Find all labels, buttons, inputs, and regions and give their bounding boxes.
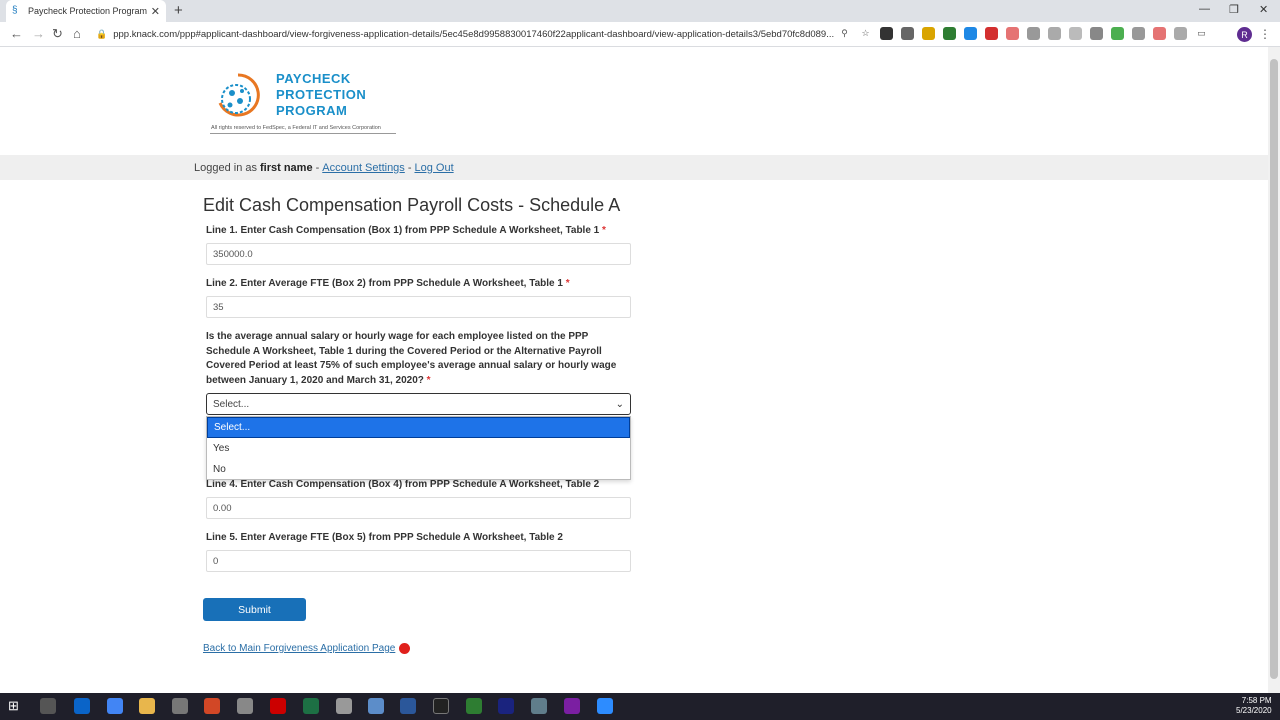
- extension-icon[interactable]: [1006, 27, 1019, 40]
- user-info-bar: Logged in as first name - Account Settin…: [0, 155, 1268, 180]
- extension-icon[interactable]: [985, 27, 998, 40]
- line2-label: Line 2. Enter Average FTE (Box 2) from P…: [206, 278, 570, 289]
- browser-tab-bar: § Paycheck Protection Program Se ✕ + — ❐…: [0, 0, 1280, 22]
- zoom-icon[interactable]: ⚲: [838, 27, 851, 40]
- user-name: first name: [260, 161, 313, 174]
- line2-input[interactable]: [206, 296, 631, 318]
- calculator-icon[interactable]: [172, 698, 188, 714]
- zoom-app-icon[interactable]: [597, 698, 613, 714]
- extension-icon[interactable]: [964, 27, 977, 40]
- line1-input[interactable]: [206, 243, 631, 265]
- back-to-main-link[interactable]: Back to Main Forgiveness Application Pag…: [203, 643, 411, 654]
- extension-icons: ⚲ ☆ ▭: [838, 27, 1208, 40]
- close-window-icon[interactable]: ✕: [1259, 3, 1268, 16]
- task-view-icon[interactable]: [40, 698, 56, 714]
- extension-icon[interactable]: [1069, 27, 1082, 40]
- logo-divider: [210, 133, 396, 134]
- lock-icon: 🔒: [96, 29, 108, 39]
- line4-input[interactable]: [206, 497, 631, 519]
- page-title: Edit Cash Compensation Payroll Costs - S…: [203, 195, 621, 215]
- line5-input[interactable]: [206, 550, 631, 572]
- minimize-icon[interactable]: —: [1199, 3, 1210, 15]
- app-icon[interactable]: [466, 698, 482, 714]
- extension-icon[interactable]: [1153, 27, 1166, 40]
- back-link-text: Back to Main Forgiveness Application Pag…: [203, 643, 396, 654]
- globe-logo-icon: [218, 73, 260, 117]
- site-favicon-icon: §: [12, 5, 18, 16]
- line4-label: Line 4. Enter Cash Compensation (Box 4) …: [206, 479, 600, 490]
- red-dot-icon: [399, 643, 411, 654]
- extension-icon[interactable]: [1132, 27, 1145, 40]
- app-icon[interactable]: [368, 698, 384, 714]
- browser-toolbar: ← → ↻ ⌂ 🔒 ppp.knack.com/ppp#applicant-da…: [0, 22, 1280, 47]
- extension-icon[interactable]: [1048, 27, 1061, 40]
- select-dropdown-list: Select... Yes No: [206, 416, 631, 480]
- reload-icon[interactable]: ↻: [52, 26, 63, 42]
- extension-icon[interactable]: [1111, 27, 1124, 40]
- account-settings-link[interactable]: Account Settings: [322, 162, 405, 174]
- profile-avatar[interactable]: R: [1237, 27, 1252, 42]
- outlook-icon[interactable]: [74, 698, 90, 714]
- address-bar[interactable]: 🔒 ppp.knack.com/ppp#applicant-dashboard/…: [96, 25, 878, 44]
- excel-icon[interactable]: [303, 698, 319, 714]
- tab-title: Paycheck Protection Program Se: [28, 6, 147, 16]
- extension-icon[interactable]: [1027, 27, 1040, 40]
- url-text: ppp.knack.com/ppp#applicant-dashboard/vi…: [113, 29, 835, 40]
- ppp-logo: PAYCHECK PROTECTION PROGRAM All rights r…: [210, 69, 400, 135]
- browser-tab[interactable]: § Paycheck Protection Program Se ✕: [6, 0, 166, 22]
- submit-button[interactable]: Submit: [203, 598, 306, 621]
- browser-menu-icon[interactable]: ⋮: [1259, 27, 1271, 41]
- userbar-separator: -: [315, 161, 320, 174]
- salary-question-select[interactable]: Select... ⌄: [206, 393, 631, 415]
- terminal-icon[interactable]: [433, 698, 449, 714]
- powerpoint-icon[interactable]: [204, 698, 220, 714]
- logo-rights-text: All rights reserved to FedSpec, a Federa…: [211, 125, 381, 131]
- chrome-icon[interactable]: [107, 698, 123, 714]
- app-icon[interactable]: [531, 698, 547, 714]
- chevron-down-icon: ⌄: [615, 398, 624, 410]
- clock[interactable]: 7:58 PM 5/23/2020: [1236, 696, 1272, 716]
- word-icon[interactable]: [400, 698, 416, 714]
- windows-start-icon[interactable]: ⊞: [8, 698, 24, 714]
- itunes-icon[interactable]: [564, 698, 580, 714]
- cast-icon[interactable]: ▭: [1195, 27, 1208, 40]
- forward-icon[interactable]: →: [32, 26, 45, 42]
- app-icon[interactable]: [498, 698, 514, 714]
- logged-in-prefix: Logged in as: [194, 161, 257, 174]
- extension-icon[interactable]: [922, 27, 935, 40]
- windows-taskbar: ⊞ 7:58 PM 5/23/2020: [0, 693, 1280, 720]
- back-icon[interactable]: ←: [10, 26, 23, 42]
- salary-question-label: Is the average annual salary or hourly w…: [206, 331, 617, 386]
- select-value: Select...: [213, 398, 250, 410]
- logout-link[interactable]: Log Out: [414, 162, 453, 174]
- userbar-separator: -: [407, 161, 412, 174]
- close-tab-icon[interactable]: ✕: [151, 5, 160, 18]
- page-content: PAYCHECK PROTECTION PROGRAM All rights r…: [0, 47, 1268, 693]
- option-yes[interactable]: Yes: [207, 438, 630, 459]
- extension-icon[interactable]: [1090, 27, 1103, 40]
- line1-label: Line 1. Enter Cash Compensation (Box 1) …: [206, 225, 606, 236]
- app-icon[interactable]: [336, 698, 352, 714]
- required-mark: *: [426, 374, 431, 386]
- home-icon[interactable]: ⌂: [73, 26, 81, 42]
- line5-label: Line 5. Enter Average FTE (Box 5) from P…: [206, 532, 563, 543]
- logo-text: PAYCHECK PROTECTION PROGRAM: [276, 71, 367, 118]
- extension-icon[interactable]: [943, 27, 956, 40]
- bookmark-star-icon[interactable]: ☆: [859, 27, 872, 40]
- required-mark: *: [602, 225, 606, 236]
- extension-icon[interactable]: [1174, 27, 1187, 40]
- acrobat-icon[interactable]: [270, 698, 286, 714]
- page-scrollbar[interactable]: [1268, 47, 1280, 693]
- scrollbar-thumb[interactable]: [1270, 59, 1278, 679]
- option-select[interactable]: Select...: [207, 417, 630, 438]
- required-mark: *: [565, 278, 570, 289]
- new-tab-icon[interactable]: +: [174, 3, 183, 19]
- file-explorer-icon[interactable]: [139, 698, 155, 714]
- extension-icon[interactable]: [880, 27, 893, 40]
- option-no[interactable]: No: [207, 459, 630, 480]
- restore-icon[interactable]: ❐: [1229, 3, 1239, 16]
- app-icon[interactable]: [237, 698, 253, 714]
- extension-icon[interactable]: [901, 27, 914, 40]
